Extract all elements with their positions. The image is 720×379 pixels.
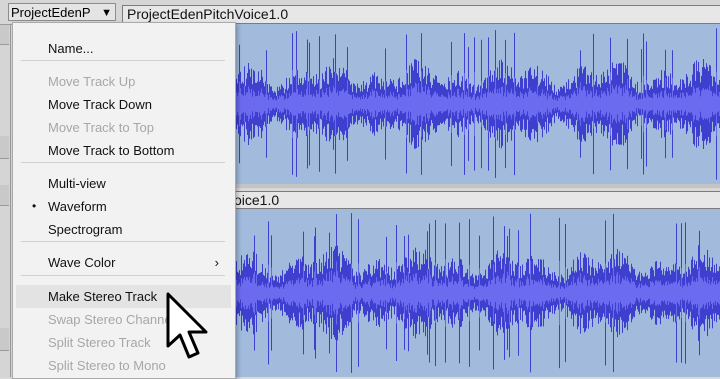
track-name-label: ProjectEdenP (11, 5, 91, 20)
bullet-icon: • (32, 199, 37, 213)
menu-item-multi-view[interactable]: Multi-view (16, 172, 231, 195)
waveform-graphic (234, 209, 720, 377)
track-control-button[interactable] (0, 328, 9, 351)
track-separator[interactable] (234, 184, 720, 188)
track-name-dropdown[interactable]: ProjectEdenP ▼ (8, 3, 116, 21)
menu-separator (21, 275, 225, 276)
menu-item-move-down[interactable]: Move Track Down (16, 93, 231, 116)
mouse-pointer-icon (166, 292, 208, 359)
waveform-channel-1[interactable] (234, 24, 720, 184)
menu-item-label: Split Stereo Track (48, 335, 151, 350)
menu-item-move-top[interactable]: Move Track to Top (16, 116, 231, 139)
dropdown-arrow-icon: ▼ (101, 7, 112, 19)
menu-item-waveform[interactable]: Waveform • (16, 195, 231, 218)
submenu-arrow-icon: › (214, 255, 219, 270)
waveform-channel-2[interactable] (234, 209, 720, 377)
menu-item-label: Name... (48, 41, 94, 56)
menu-item-label: Move Track to Top (48, 120, 154, 135)
clip-title-bar-2[interactable]: oice1.0 (234, 191, 720, 209)
menu-item-label: Move Track to Bottom (48, 143, 175, 158)
menu-item-label: Move Track Up (48, 74, 136, 89)
menu-item-label: Wave Color (48, 255, 116, 270)
menu-item-label: Move Track Down (48, 97, 153, 112)
menu-item-label: Make Stereo Track (48, 289, 158, 304)
menu-item-wave-color[interactable]: Wave Color › (16, 251, 231, 274)
menu-item-label: Multi-view (48, 176, 106, 191)
menu-separator (21, 162, 225, 163)
track-control-strip (0, 0, 11, 377)
menu-item-move-bottom[interactable]: Move Track to Bottom (16, 139, 231, 162)
waveform-graphic (234, 24, 720, 184)
menu-separator (21, 241, 225, 242)
menu-item-spectrogram[interactable]: Spectrogram (16, 218, 231, 241)
menu-item-move-up[interactable]: Move Track Up (16, 70, 231, 93)
menu-item-label: Swap Stereo Channels (48, 312, 181, 327)
track-control-button[interactable] (0, 24, 9, 45)
track-control-button[interactable] (0, 136, 9, 159)
track-control-button[interactable] (0, 185, 9, 206)
menu-item-label: Waveform (48, 199, 107, 214)
menu-item-label: Split Stereo to Mono (48, 358, 166, 373)
menu-item-name[interactable]: Name... (16, 37, 231, 60)
menu-separator (21, 60, 225, 61)
menu-item-label: Spectrogram (48, 222, 123, 237)
